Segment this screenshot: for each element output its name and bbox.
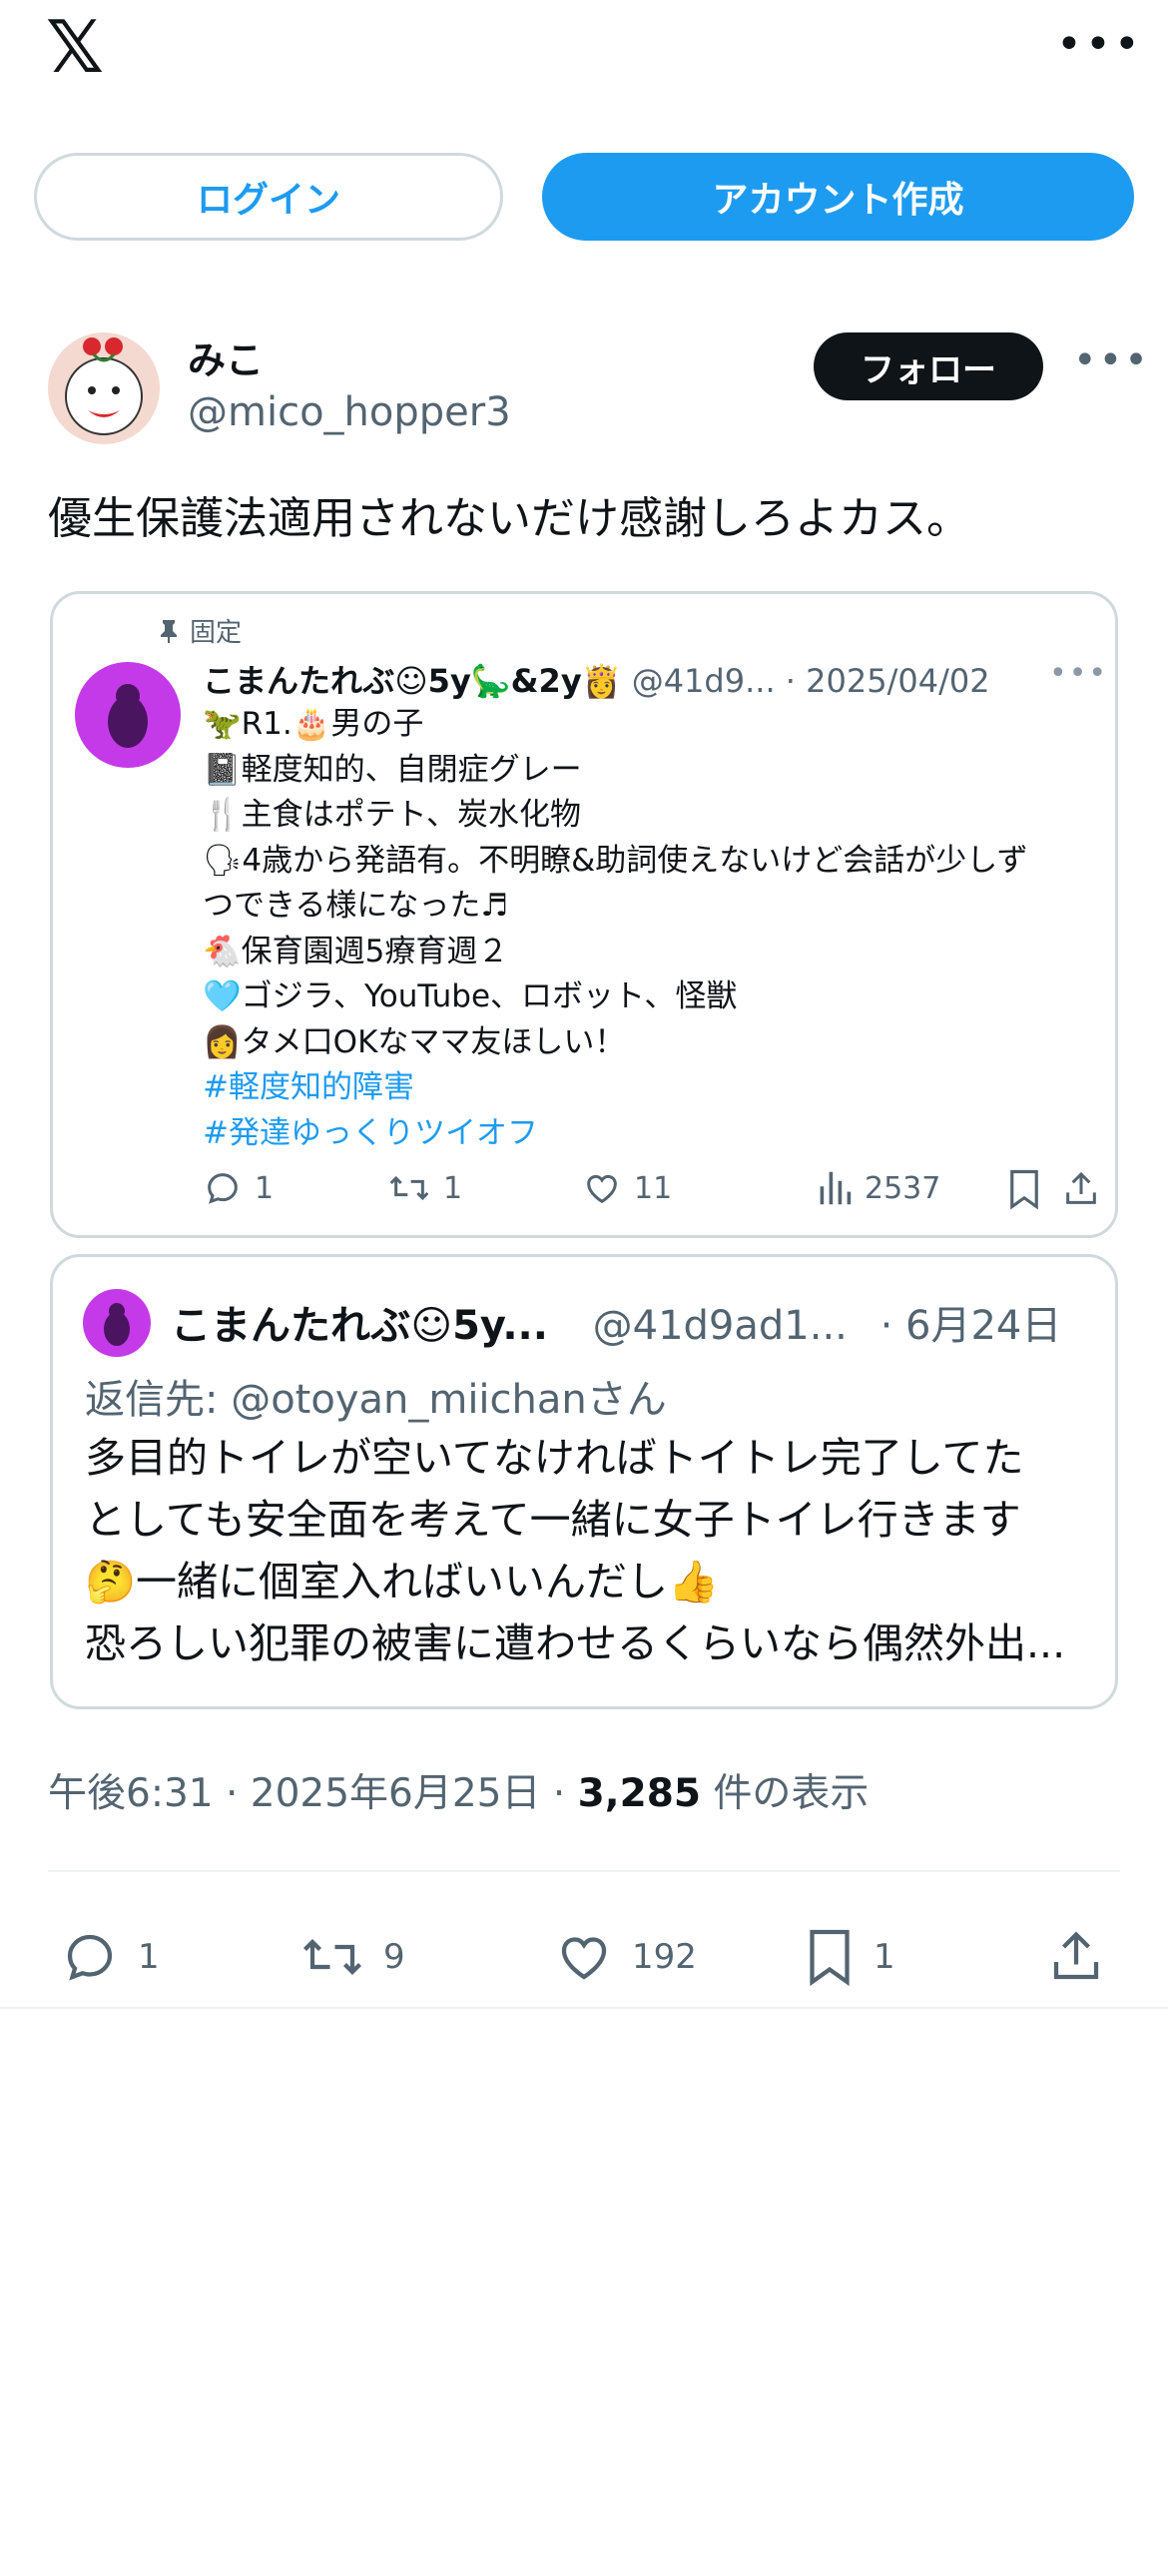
follow-button[interactable]: フォロー [814, 332, 1043, 400]
like-button[interactable]: 192 [554, 1927, 697, 1987]
x-logo-icon[interactable]: 𝕏 [46, 11, 112, 83]
like-count: 192 [632, 1937, 697, 1977]
pinned-indicator: 固定 [158, 612, 242, 649]
quoted-date[interactable]: · 2025/04/02 [786, 662, 990, 700]
quoted-reply-card[interactable]: こまんたれぶ☺5y... @41d9ad1... · 6月24日 返信先: @o… [50, 1254, 1118, 1709]
quoted-line: 👩タメ口OKなママ友ほしい！ [203, 1023, 626, 1060]
quoted-avatar[interactable] [75, 662, 181, 768]
views-chart-icon [817, 1168, 853, 1208]
quoted-reply-count: 1 [255, 1170, 275, 1206]
bookmark-icon [1006, 1168, 1042, 1210]
quoted-body: 🦖R1.🎂男の子 📓軽度知的、自閉症グレー 🍴主食はポテト、炭水化物 🗣4歳から… [203, 702, 1101, 1156]
heart-icon [582, 1168, 622, 1208]
quoted-line: つできる様になった♬ [203, 888, 509, 924]
bookmark-count: 1 [874, 1937, 895, 1977]
tweet-meta: 午後6:31 · 2025年6月25日 · 3,285 件の表示 [48, 1762, 869, 1818]
quoted-more-icon[interactable]: ••• [1049, 656, 1108, 691]
quoted-reply-handle[interactable]: @41d9ad1... [593, 1303, 848, 1349]
quoted-reply-avatar[interactable] [83, 1289, 151, 1357]
quoted-views-count: 2537 [865, 1170, 941, 1206]
signup-button[interactable]: アカウント作成 [542, 153, 1134, 241]
bookmark-icon [804, 1927, 856, 1987]
reply-to-label[interactable]: 返信先: @otoyan_miichanさん [85, 1367, 667, 1425]
quoted-reply-line: 🤔一緒に個室入ればいいんだし👍 [85, 1558, 720, 1606]
share-icon [1046, 1927, 1106, 1987]
pinned-label: 固定 [190, 618, 243, 648]
share-icon [1061, 1168, 1101, 1210]
divider [0, 2007, 1168, 2009]
author-handle[interactable]: @mico_hopper3 [188, 389, 511, 435]
retweet-icon [299, 1927, 365, 1987]
more-horizontal-icon[interactable]: ••• [1056, 12, 1143, 78]
quoted-line: 🦖R1.🎂男の子 [203, 706, 424, 742]
quoted-reply-line: 恐ろしい犯罪の被害に遭わせるくらいなら偶然外出... [85, 1619, 1066, 1667]
avatar[interactable] [48, 332, 160, 444]
reply-count: 1 [138, 1937, 160, 1977]
reply-icon [60, 1927, 120, 1987]
quoted-reply-line: 多目的トイレが空いてなければトイトレ完了してた [85, 1434, 1024, 1482]
retweet-icon [387, 1168, 431, 1208]
tweet-actions: 1 9 192 1 [0, 1927, 1168, 1997]
reply-button[interactable]: 1 [60, 1927, 160, 1987]
quoted-like-button[interactable]: 11 [582, 1168, 672, 1208]
heart-icon [554, 1927, 614, 1987]
reply-icon [203, 1168, 243, 1208]
quoted-reply-name[interactable]: こまんたれぶ☺5y... [171, 1303, 548, 1349]
login-button[interactable]: ログイン [34, 153, 503, 241]
quoted-line: 🐔保育園週5療育週２ [203, 933, 509, 969]
hashtag-link[interactable]: #発達ゆっくりツイオフ [203, 1111, 1101, 1157]
bookmark-button[interactable]: 1 [804, 1927, 895, 1987]
quoted-retweet-button[interactable]: 1 [387, 1168, 462, 1208]
quoted-pinned-card[interactable]: 固定 こまんたれぶ☺5y🦕&2y👸 @41d9... · 2025/04/02 … [50, 591, 1118, 1238]
quoted-views-button[interactable]: 2537 [817, 1168, 940, 1208]
retweet-count: 9 [383, 1937, 405, 1977]
quoted-reply-header: こまんたれぶ☺5y... @41d9ad1... · 6月24日 [171, 1293, 1061, 1351]
quoted-reply-body: 多目的トイレが空いてなければトイトレ完了してた としても安全面を考えて一緒に女子… [85, 1427, 1083, 1674]
quoted-header: こまんたれぶ☺5y🦕&2y👸 @41d9... · 2025/04/02 [203, 656, 990, 702]
quoted-retweet-count: 1 [443, 1170, 463, 1206]
quoted-actions: 1 1 11 2537 [203, 1168, 1101, 1218]
divider [48, 1870, 1120, 1872]
quoted-line: 📓軽度知的、自閉症グレー [203, 751, 582, 788]
quoted-reply-date[interactable]: · 6月24日 [880, 1303, 1062, 1349]
quoted-name[interactable]: こまんたれぶ☺5y🦕&2y👸 [203, 662, 622, 700]
tweet-text: 優生保護法適用されないだけ感謝しろよカス。 [48, 493, 970, 544]
quoted-line: 🍴主食はポテト、炭水化物 [203, 797, 581, 833]
tweet-more-icon[interactable]: ••• [1073, 337, 1150, 383]
views-label: 件の表示 [701, 1771, 870, 1816]
views-count: 3,285 [577, 1771, 702, 1816]
quoted-reply-button[interactable]: 1 [203, 1168, 274, 1208]
quoted-like-count: 11 [634, 1170, 673, 1206]
quoted-bookmark-button[interactable] [1006, 1168, 1042, 1210]
pin-icon [158, 618, 180, 644]
retweet-button[interactable]: 9 [299, 1927, 405, 1987]
share-button[interactable] [1046, 1927, 1106, 1987]
quoted-line: 🩵ゴジラ、YouTube、ロボット、怪獣 [203, 978, 738, 1014]
quoted-reply-line: としても安全面を考えて一緒に女子トイレ行きます [85, 1496, 1021, 1544]
tweet-timestamp[interactable]: 午後6:31 · 2025年6月25日 · [48, 1771, 578, 1816]
quoted-handle[interactable]: @41d9... [632, 662, 776, 700]
quoted-line: 🗣4歳から発語有。不明瞭&助詞使えないけど会話が少しず [203, 842, 1028, 879]
author-name[interactable]: みこ [188, 329, 264, 384]
hashtag-link[interactable]: #軽度知的障害 [203, 1065, 1101, 1111]
quoted-share-button[interactable] [1061, 1168, 1101, 1210]
